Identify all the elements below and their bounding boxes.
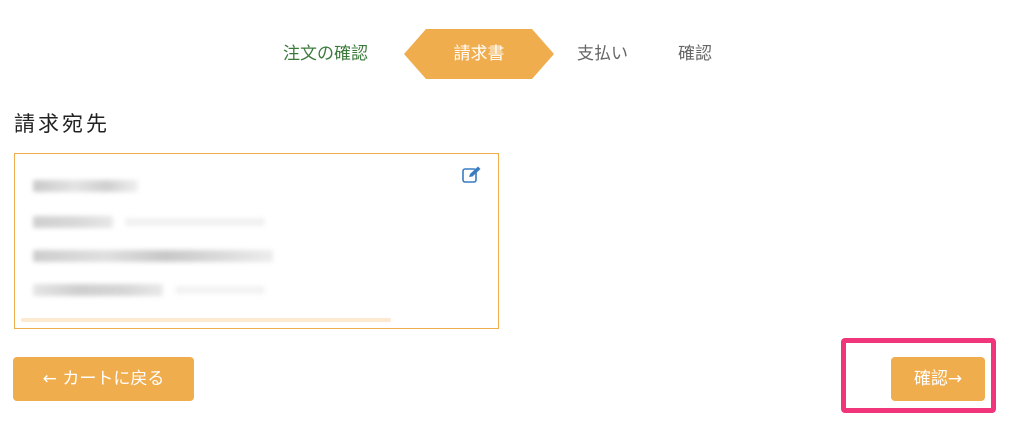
- address-line-redacted: [33, 216, 113, 228]
- step-billing-label: 請求書: [453, 44, 505, 64]
- back-to-cart-button[interactable]: ← カートに戻る: [13, 357, 194, 401]
- billing-address-title: 請求宛先: [14, 112, 110, 136]
- step-billing-active[interactable]: 請求書: [404, 29, 554, 79]
- card-divider: [21, 318, 391, 322]
- step-order-review[interactable]: 注文の確認: [283, 42, 368, 66]
- confirm-button[interactable]: 確認→: [891, 357, 985, 401]
- checkout-stepper: 注文の確認 請求書 支払い 確認: [0, 0, 1024, 110]
- step-confirmation[interactable]: 確認: [678, 42, 712, 66]
- checkout-page: 注文の確認 請求書 支払い 確認 請求宛先 ← カートに戻る 確認→: [0, 0, 1024, 448]
- address-extra-redacted: [175, 286, 265, 294]
- edit-icon[interactable]: [462, 166, 482, 184]
- step-payment[interactable]: 支払い: [577, 42, 628, 66]
- address-phone-redacted: [33, 284, 163, 296]
- address-line-faint-redacted: [125, 218, 265, 226]
- billing-address-card: [14, 153, 499, 329]
- address-name-redacted: [33, 180, 138, 192]
- address-street-redacted: [33, 250, 273, 262]
